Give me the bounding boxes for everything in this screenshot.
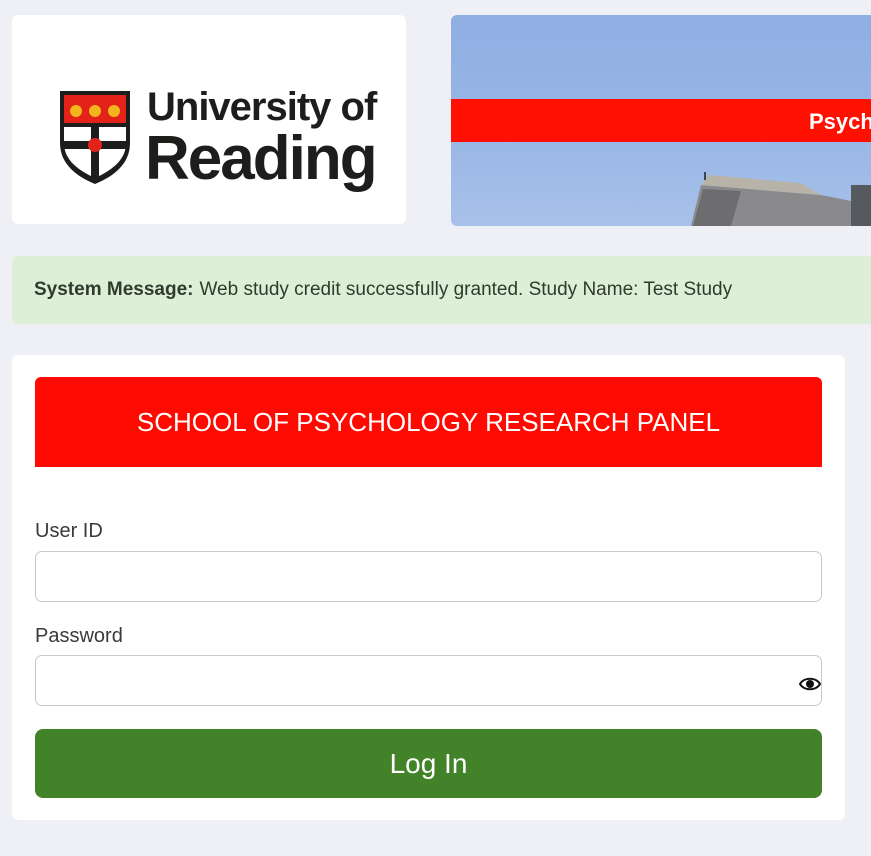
university-logo[interactable]: University of Reading [12, 15, 406, 224]
building-image [691, 172, 871, 226]
password-label: Password [35, 625, 123, 647]
logo-text-line2: Reading [145, 124, 378, 193]
system-message-label: System Message: [34, 279, 194, 300]
login-card: SCHOOL OF PSYCHOLOGY RESEARCH PANEL User… [12, 355, 845, 820]
login-button[interactable]: Log In [35, 729, 822, 798]
system-message: System Message: Web study credit success… [12, 256, 871, 324]
user-id-label: User ID [35, 520, 103, 542]
password-input[interactable] [35, 655, 822, 706]
system-message-text: Web study credit successfully granted. S… [199, 279, 733, 300]
banner-red-strip [451, 99, 871, 142]
banner-title: Psych [809, 109, 871, 134]
eye-icon[interactable] [799, 674, 821, 694]
user-id-input[interactable] [35, 551, 822, 602]
header-banner: Psych [451, 15, 871, 226]
university-crest-icon [60, 91, 130, 184]
panel-title: SCHOOL OF PSYCHOLOGY RESEARCH PANEL [35, 377, 822, 467]
